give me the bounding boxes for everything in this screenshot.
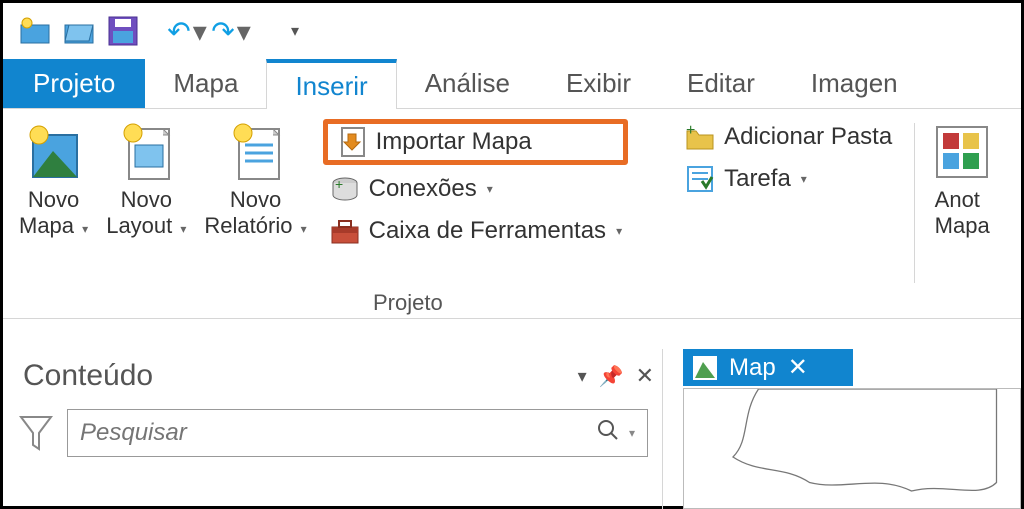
svg-text:+: +	[686, 122, 695, 139]
tab-projeto[interactable]: Projeto	[3, 59, 145, 108]
map-icon	[693, 356, 717, 380]
save-icon[interactable]	[105, 13, 141, 49]
contents-pane-title: Conteúdo	[23, 359, 153, 393]
conexoes-label: Conexões	[369, 175, 477, 203]
dropdown-caret-icon: ▾	[801, 172, 807, 186]
caixa-ferramentas-button[interactable]: Caixa de Ferramentas ▾	[323, 213, 628, 249]
dropdown-caret-icon: ▾	[301, 222, 307, 236]
tarefa-label: Tarefa	[724, 165, 791, 193]
svg-text:+: +	[335, 176, 343, 192]
filter-icon[interactable]	[19, 413, 53, 453]
novo-relatorio-button[interactable]: Novo Relatório ▾	[198, 117, 312, 240]
adicionar-pasta-button[interactable]: + Adicionar Pasta	[678, 119, 898, 155]
adicionar-pasta-label: Adicionar Pasta	[724, 123, 892, 151]
redo-button[interactable]: ↷▾	[213, 13, 249, 49]
map-tab-label: Map	[729, 354, 776, 382]
connections-icon: +	[329, 173, 361, 205]
importar-mapa-label: Importar Mapa	[376, 128, 532, 156]
tab-mapa[interactable]: Mapa	[145, 59, 266, 108]
map-pane: Map ✕	[663, 349, 1021, 509]
dropdown-caret-icon: ▾	[616, 224, 622, 238]
contents-pane: Conteúdo ▾ 📌 ✕ ▾	[3, 349, 663, 509]
ribbon-group-label: Projeto	[373, 290, 443, 316]
quick-access-toolbar: ↶▾ ↷▾ ▾	[3, 3, 1021, 59]
search-dropdown-button[interactable]: ▾	[629, 426, 635, 440]
map-tab[interactable]: Map ✕	[683, 349, 853, 386]
task-icon	[684, 163, 716, 195]
toolbox-icon	[329, 215, 361, 247]
search-box[interactable]: ▾	[67, 409, 648, 457]
pane-menu-button[interactable]: ▾	[578, 366, 587, 387]
undo-button[interactable]: ↶▾	[169, 13, 205, 49]
tab-editar[interactable]: Editar	[659, 59, 783, 108]
novo-mapa-button[interactable]: Novo Mapa ▾	[13, 117, 94, 240]
caixa-ferramentas-label: Caixa de Ferramentas	[369, 217, 606, 245]
add-folder-icon: +	[684, 121, 716, 153]
lower-panes: Conteúdo ▾ 📌 ✕ ▾ Map	[3, 319, 1021, 509]
novo-layout-label: Novo Layout	[106, 187, 172, 238]
tab-exibir[interactable]: Exibir	[538, 59, 659, 108]
conexoes-button[interactable]: + Conexões ▾	[323, 171, 628, 207]
importar-mapa-button[interactable]: Importar Mapa	[323, 119, 628, 165]
novo-layout-button[interactable]: Novo Layout ▾	[100, 117, 192, 240]
ribbon-separator	[914, 123, 915, 283]
new-project-icon[interactable]	[17, 13, 53, 49]
tab-analise[interactable]: Análise	[397, 59, 538, 108]
pane-close-button[interactable]: ✕	[636, 363, 654, 389]
ribbon-panel: Novo Mapa ▾ Novo Layout ▾ Novo Relatório…	[3, 109, 1021, 319]
anotacao-label-2: Mapa	[935, 213, 990, 238]
dropdown-caret-icon: ▾	[487, 182, 493, 196]
search-icon[interactable]	[597, 419, 619, 447]
customize-qat-button[interactable]: ▾	[277, 13, 313, 49]
anotacao-mapa-button[interactable]: Anot Mapa	[931, 117, 993, 240]
novo-relatorio-label: Novo Relatório	[204, 187, 292, 238]
import-map-icon	[336, 126, 368, 158]
open-project-icon[interactable]	[61, 13, 97, 49]
tarefa-button[interactable]: Tarefa ▾	[678, 161, 898, 197]
map-tab-close-button[interactable]: ✕	[788, 353, 808, 382]
pane-pin-button[interactable]: 📌	[599, 364, 624, 389]
map-view[interactable]	[683, 388, 1021, 509]
search-input[interactable]	[80, 419, 591, 447]
dropdown-caret-icon: ▾	[180, 222, 186, 236]
tab-inserir[interactable]: Inserir	[266, 59, 396, 109]
tab-imagens[interactable]: Imagen	[783, 59, 926, 108]
ribbon-tabstrip: Projeto Mapa Inserir Análise Exibir Edit…	[3, 59, 1021, 109]
anotacao-label-1: Anot	[935, 187, 980, 212]
dropdown-caret-icon: ▾	[82, 222, 88, 236]
novo-mapa-label: Novo Mapa	[19, 187, 79, 238]
